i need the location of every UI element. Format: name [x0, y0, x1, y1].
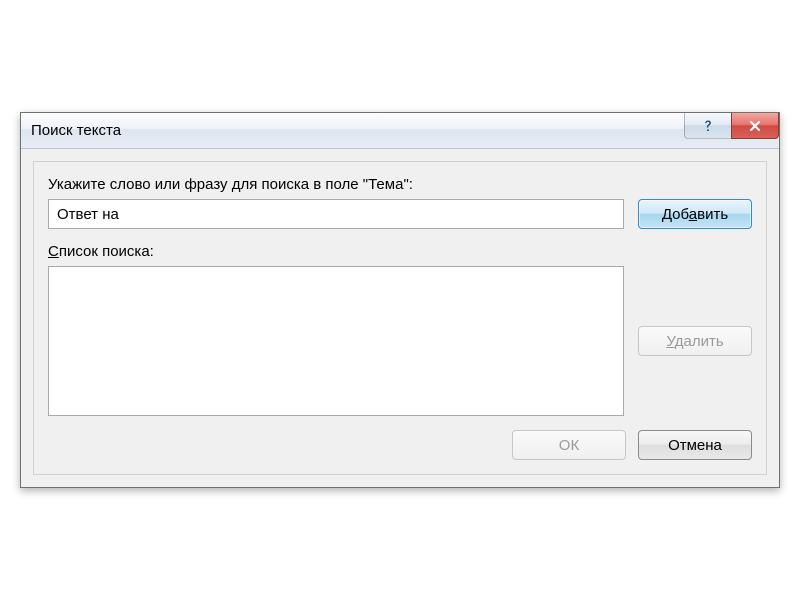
- search-prompt-label: Укажите слово или фразу для поиска в пол…: [48, 176, 752, 193]
- inner-panel: Укажите слово или фразу для поиска в пол…: [33, 161, 767, 475]
- ok-label: ОК: [559, 437, 579, 454]
- help-button[interactable]: [684, 113, 732, 139]
- cancel-button[interactable]: Отмена: [638, 430, 752, 460]
- delete-button: Удалить: [638, 326, 752, 356]
- add-label-pre: Доб: [662, 206, 689, 223]
- dialog-content: Укажите слово или фразу для поиска в пол…: [21, 149, 779, 487]
- search-list[interactable]: [48, 266, 624, 416]
- titlebar-buttons: [685, 113, 779, 141]
- add-label-hotkey: а: [689, 206, 697, 223]
- ok-button: ОК: [512, 430, 626, 460]
- close-button[interactable]: [731, 113, 779, 139]
- dialog-footer: ОК Отмена: [48, 430, 752, 460]
- search-text-dialog: Поиск текста Укажите слово или фразу для…: [20, 112, 780, 488]
- prompt-text-pre: Укажите слово или фразу для поиска в пол…: [48, 176, 368, 193]
- add-button[interactable]: Добавить: [638, 199, 752, 229]
- close-icon: [748, 119, 762, 133]
- search-input-row: Добавить: [48, 199, 752, 229]
- help-icon: [700, 118, 716, 134]
- titlebar[interactable]: Поиск текста: [21, 113, 779, 149]
- list-label-hotkey: С: [48, 243, 59, 260]
- search-list-label: Список поиска:: [48, 243, 752, 260]
- delete-label-hotkey: У: [666, 333, 674, 350]
- prompt-text-post: ":: [403, 176, 413, 193]
- delete-label-post: далить: [675, 333, 724, 350]
- list-side-actions: Удалить: [638, 266, 752, 416]
- cancel-label: Отмена: [668, 437, 722, 454]
- prompt-field-name: Тема: [368, 176, 403, 193]
- add-label-post: вить: [697, 206, 728, 223]
- list-area: Удалить: [48, 266, 752, 416]
- search-input[interactable]: [48, 199, 624, 229]
- list-label-post: писок поиска:: [59, 243, 154, 260]
- dialog-title: Поиск текста: [31, 122, 121, 139]
